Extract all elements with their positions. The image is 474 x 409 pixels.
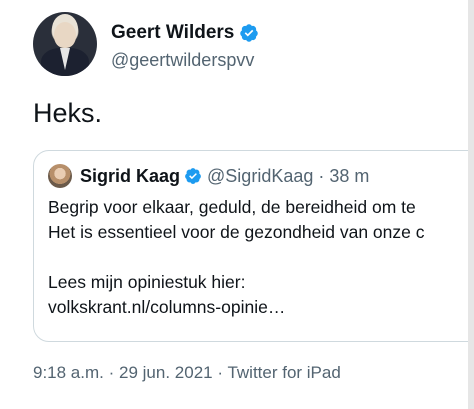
author-avatar[interactable] bbox=[33, 12, 97, 76]
quoted-tweet-time[interactable]: 38 m bbox=[329, 166, 369, 187]
quoted-tweet-link[interactable]: volkskrant.nl/columns-opinie… bbox=[48, 295, 425, 320]
quoted-tweet-header: Sigrid Kaag @SigridKaag · 38 m bbox=[48, 164, 369, 188]
quoted-tweet-line: Begrip voor elkaar, geduld, de bereidhei… bbox=[48, 197, 416, 217]
quoted-author-handle[interactable]: @SigridKaag bbox=[207, 166, 313, 187]
tweet-date[interactable]: 29 jun. 2021 bbox=[119, 363, 213, 382]
quoted-tweet-line: Lees mijn opiniestuk hier: bbox=[48, 272, 246, 292]
quoted-tweet-line: Het is essentieel voor de gezondheid van… bbox=[48, 222, 425, 242]
author-name-row[interactable]: Geert Wilders bbox=[111, 22, 259, 44]
tweet-time[interactable]: 9:18 a.m. bbox=[33, 363, 104, 382]
verified-badge-icon bbox=[185, 168, 201, 184]
quoted-author-name[interactable]: Sigrid Kaag bbox=[80, 166, 180, 187]
tweet-metadata: 9:18 a.m. · 29 jun. 2021 · Twitter for i… bbox=[33, 363, 341, 383]
quoted-tweet[interactable]: Sigrid Kaag @SigridKaag · 38 m Begrip vo… bbox=[33, 150, 474, 342]
paragraph-break bbox=[48, 245, 425, 270]
screenshot-edge bbox=[468, 0, 474, 409]
tweet-source[interactable]: Twitter for iPad bbox=[227, 363, 340, 382]
separator-dot: · bbox=[108, 363, 115, 382]
quoted-author-avatar[interactable] bbox=[48, 164, 72, 188]
author-name[interactable]: Geert Wilders bbox=[111, 22, 234, 44]
quoted-tweet-body: Begrip voor elkaar, geduld, de bereidhei… bbox=[48, 195, 425, 320]
author-handle[interactable]: @geertwilderspvv bbox=[111, 50, 254, 71]
separator-dot: · bbox=[217, 363, 224, 382]
separator-dot: · bbox=[318, 165, 325, 186]
tweet-text: Heks. bbox=[33, 98, 103, 128]
tweet: Geert Wilders @geertwilderspvv Heks. Sig… bbox=[0, 0, 474, 409]
avatar-face bbox=[54, 22, 76, 48]
verified-badge-icon bbox=[240, 24, 259, 42]
